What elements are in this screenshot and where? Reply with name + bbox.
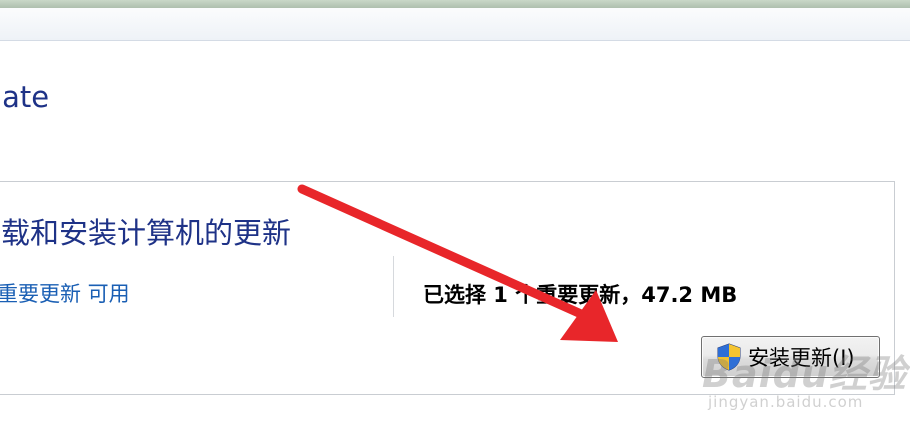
address-toolbar	[0, 8, 910, 41]
watermark-url: jingyan.baidu.com	[708, 393, 864, 411]
panel-heading: 下载和安装计算机的更新	[0, 216, 292, 250]
selected-updates-summary: 已选择 1 个重要更新，47.2 MB	[423, 283, 738, 307]
window-title-bar	[0, 0, 910, 8]
install-button-label: 安装更新(I)	[748, 346, 855, 370]
uac-shield-icon	[717, 343, 741, 371]
panel-divider	[393, 256, 394, 317]
install-updates-button[interactable]: 安装更新(I)	[701, 336, 880, 378]
page-title: odate	[0, 80, 50, 114]
important-updates-available-link[interactable]: 个重要更新 可用	[0, 278, 130, 308]
